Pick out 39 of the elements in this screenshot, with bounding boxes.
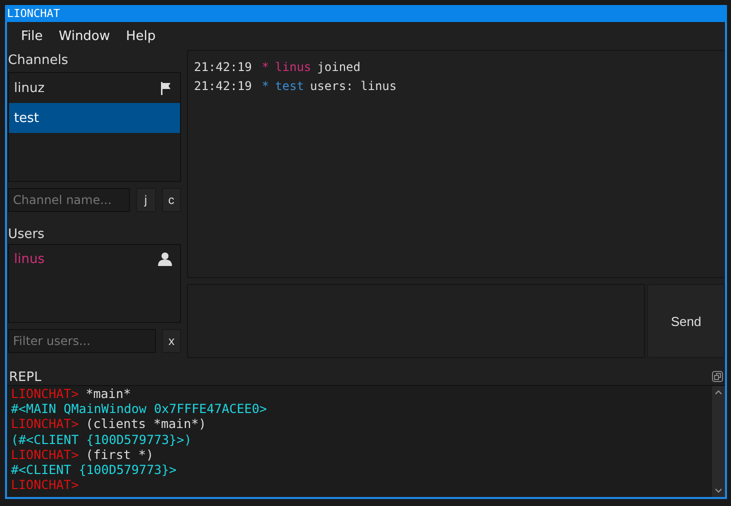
message-marker: * xyxy=(262,60,270,74)
command-text: *main* xyxy=(86,386,131,402)
scrollbar[interactable] xyxy=(712,386,725,497)
command-text: (clients *main*) xyxy=(86,416,206,432)
prompt-text: LIONCHAT> xyxy=(11,477,79,492)
clear-button[interactable]: x xyxy=(162,329,181,353)
small-button[interactable]: c xyxy=(162,188,181,212)
send-button[interactable]: Send xyxy=(647,284,725,358)
float-icon[interactable] xyxy=(712,371,723,382)
user-name[interactable]: linus xyxy=(14,252,44,266)
menu-item[interactable]: Help xyxy=(118,28,164,44)
message-text: users: linus xyxy=(310,78,397,92)
message-marker: * xyxy=(262,78,270,92)
message-source: test xyxy=(275,78,304,92)
result-text: #<MAIN QMainWindow 0x7FFFE47ACEE0> xyxy=(11,401,267,416)
section-label: Users xyxy=(8,226,46,244)
menu-item[interactable]: Window xyxy=(50,28,118,44)
channel-item[interactable]: linuz xyxy=(9,73,180,103)
menu-item[interactable]: File xyxy=(13,28,51,44)
section-label: Channels xyxy=(8,52,70,70)
channel-name-field[interactable]: Channel name... xyxy=(8,188,130,212)
message-source: linus xyxy=(275,60,312,74)
timestamp: 21:42:19 xyxy=(194,78,252,92)
filter-users-field[interactable]: Filter users... xyxy=(8,329,156,353)
scroll-down-icon[interactable] xyxy=(715,488,722,493)
timestamp: 21:42:19 xyxy=(194,60,252,74)
small-button[interactable]: j xyxy=(136,188,156,212)
prompt-text: LIONCHAT> xyxy=(11,446,79,462)
user-icon xyxy=(158,252,172,266)
command-text: (first *) xyxy=(86,446,154,462)
channel-item[interactable]: test xyxy=(9,103,180,133)
section-label: REPL xyxy=(9,370,42,385)
prompt-text: LIONCHAT> xyxy=(11,416,79,432)
message-text: joined xyxy=(317,60,361,74)
result-text: (#<CLIENT {100D579773}>) xyxy=(11,432,192,447)
scroll-up-icon[interactable] xyxy=(715,390,722,395)
window-title: LIONCHAT xyxy=(7,7,60,20)
result-text: #<CLIENT {100D579773}> xyxy=(11,462,177,478)
prompt-text: LIONCHAT> xyxy=(11,386,79,402)
